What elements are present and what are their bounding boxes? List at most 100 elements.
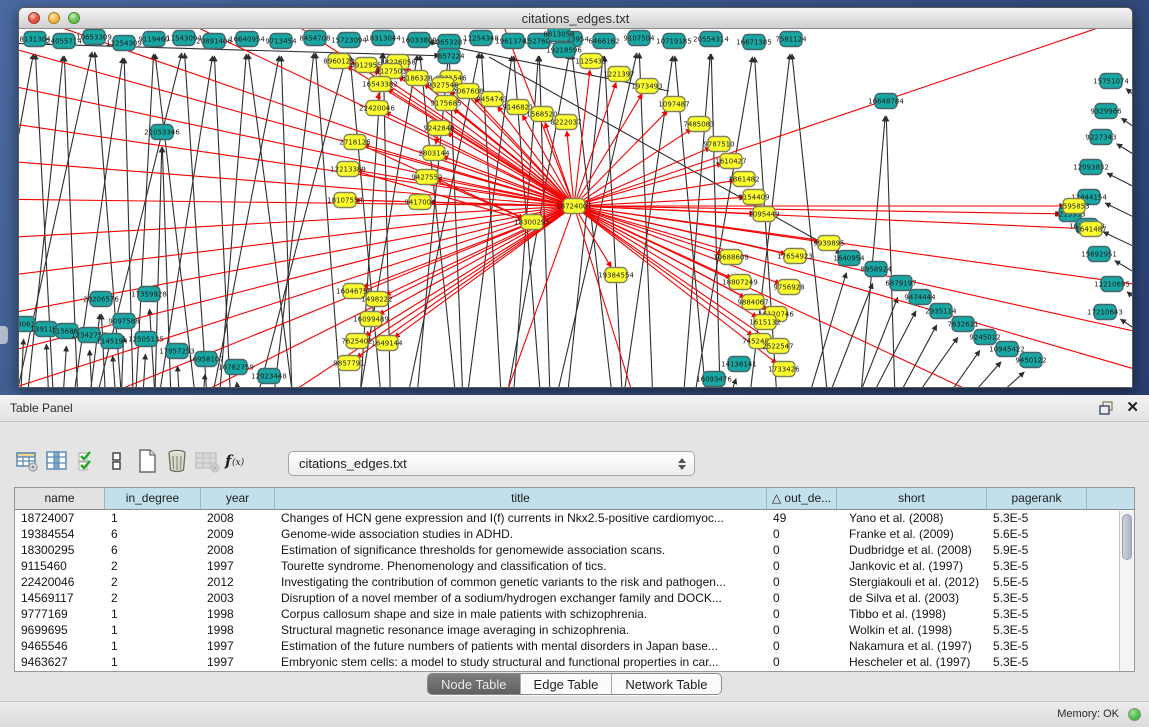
cell-title[interactable]: Tourette syndrome. Phenomenology and cla… [275,558,767,574]
cell-year[interactable]: 2009 [201,526,275,542]
cell-in_degree[interactable]: 1 [105,510,201,526]
cell-title[interactable]: Estimation of significance thresholds fo… [275,542,767,558]
cell-short[interactable]: Jankovic et al. (1997) [837,558,987,574]
cell-pagerank[interactable]: 5.3E-5 [987,622,1087,638]
close-panel-icon[interactable]: ✕ [1126,400,1139,416]
cell-out_degree[interactable]: 0 [767,542,837,558]
cell-short[interactable]: Nakamura et al. (1997) [837,638,987,654]
cell-pagerank[interactable]: 5.3E-5 [987,510,1087,526]
cell-title[interactable]: Embryonic stem cells: a model to study s… [275,654,767,670]
cell-out_degree[interactable]: 0 [767,654,837,670]
cell-year[interactable]: 1997 [201,638,275,654]
table-row[interactable]: 946362711997Embryonic stem cells: a mode… [15,654,1134,670]
cell-short[interactable]: Yano et al. (2008) [837,510,987,526]
cell-title[interactable]: Disruption of a novel member of a sodium… [275,590,767,606]
function-builder-icon[interactable]: f (x) [222,446,252,476]
table-options-icon[interactable] [12,446,42,476]
column-header-out_degree[interactable]: △ out_de... [767,488,837,509]
column-header-short[interactable]: short [837,488,987,509]
cell-pagerank[interactable]: 5.3E-5 [987,638,1087,654]
cell-out_degree[interactable]: 0 [767,606,837,622]
cell-name[interactable]: 14569117 [15,590,105,606]
new-table-icon[interactable] [132,446,162,476]
cell-name[interactable]: 19384554 [15,526,105,542]
table-row[interactable]: 1938455462009Genome-wide association stu… [15,526,1134,542]
table-row[interactable]: 946554611997Estimation of the future num… [15,638,1134,654]
select-all-columns-icon[interactable] [72,446,102,476]
cell-in_degree[interactable]: 2 [105,590,201,606]
cell-name[interactable]: 9463627 [15,654,105,670]
cell-out_degree[interactable]: 49 [767,510,837,526]
cell-out_degree[interactable]: 0 [767,638,837,654]
cell-name[interactable]: 9777169 [15,606,105,622]
cell-year[interactable]: 1997 [201,558,275,574]
column-select-icon[interactable] [42,446,72,476]
cell-year[interactable]: 1998 [201,622,275,638]
table-row[interactable]: 911546021997Tourette syndrome. Phenomeno… [15,558,1134,574]
cell-pagerank[interactable]: 5.3E-5 [987,590,1087,606]
cell-title[interactable]: Estimation of the future numbers of pati… [275,638,767,654]
row-height-icon[interactable] [102,446,132,476]
cell-in_degree[interactable]: 1 [105,654,201,670]
cell-name[interactable]: 9115460 [15,558,105,574]
tab-node-table[interactable]: Node Table [428,674,521,694]
minimize-window-button[interactable] [48,12,60,24]
cell-out_degree[interactable]: 0 [767,574,837,590]
table-selector-dropdown[interactable]: citations_edges.txt [288,451,695,476]
tab-edge-table[interactable]: Edge Table [521,674,613,694]
cell-out_degree[interactable]: 0 [767,590,837,606]
cell-pagerank[interactable]: 5.3E-5 [987,558,1087,574]
cell-short[interactable]: Tibbo et al. (1998) [837,606,987,622]
cell-title[interactable]: Investigating the contribution of common… [275,574,767,590]
cell-in_degree[interactable]: 1 [105,606,201,622]
float-panel-icon[interactable] [1099,401,1114,415]
cell-short[interactable]: Stergiakouli et al. (2012) [837,574,987,590]
cell-name[interactable]: 9699695 [15,622,105,638]
table-row[interactable]: 1872400712008Changes of HCN gene express… [15,510,1134,526]
column-header-title[interactable]: title [275,488,767,509]
network-window-titlebar[interactable]: citations_edges.txt [19,8,1132,29]
column-header-year[interactable]: year [201,488,275,509]
cell-title[interactable]: Structural magnetic resonance image aver… [275,622,767,638]
cell-name[interactable]: 9465546 [15,638,105,654]
cell-in_degree[interactable]: 1 [105,638,201,654]
cell-pagerank[interactable]: 5.3E-5 [987,654,1087,670]
cell-year[interactable]: 2012 [201,574,275,590]
cell-short[interactable]: Dudbridge et al. (2008) [837,542,987,558]
network-view-window[interactable]: citations_edges.txt 81313042405571410653… [18,7,1133,388]
table-row[interactable]: 969969511998Structural magnetic resonanc… [15,622,1134,638]
cell-in_degree[interactable]: 6 [105,542,201,558]
zoom-window-button[interactable] [68,12,80,24]
cell-name[interactable]: 18724007 [15,510,105,526]
column-header-in_degree[interactable]: in_degree [105,488,201,509]
cell-year[interactable]: 2008 [201,542,275,558]
table-row[interactable]: 1830029562008Estimation of significance … [15,542,1134,558]
cell-year[interactable]: 1997 [201,654,275,670]
cell-short[interactable]: Franke et al. (2009) [837,526,987,542]
cell-year[interactable]: 2003 [201,590,275,606]
cell-short[interactable]: Hescheler et al. (1997) [837,654,987,670]
cell-out_degree[interactable]: 0 [767,622,837,638]
cell-out_degree[interactable]: 0 [767,558,837,574]
scrollbar-thumb[interactable] [1122,514,1132,560]
cell-pagerank[interactable]: 5.3E-5 [987,606,1087,622]
cell-in_degree[interactable]: 2 [105,574,201,590]
column-header-name[interactable]: name [15,488,105,509]
cell-name[interactable]: 18300295 [15,542,105,558]
cell-year[interactable]: 1998 [201,606,275,622]
cell-short[interactable]: Wolkin et al. (1998) [837,622,987,638]
cell-title[interactable]: Genome-wide association studies in ADHD. [275,526,767,542]
tab-network-table[interactable]: Network Table [612,674,720,694]
cell-in_degree[interactable]: 6 [105,526,201,542]
column-header-pagerank[interactable]: pagerank [987,488,1087,509]
table-row[interactable]: 1456911722003Disruption of a novel membe… [15,590,1134,606]
cell-short[interactable]: de Silva et al. (2003) [837,590,987,606]
cell-pagerank[interactable]: 5.6E-5 [987,526,1087,542]
network-canvas[interactable]: 8131304240557141065330912254309911946011… [19,29,1132,387]
cell-title[interactable]: Corpus callosum shape and size in male p… [275,606,767,622]
cell-in_degree[interactable]: 1 [105,622,201,638]
table-row[interactable]: 977716911998Corpus callosum shape and si… [15,606,1134,622]
cell-pagerank[interactable]: 5.5E-5 [987,574,1087,590]
cell-in_degree[interactable]: 2 [105,558,201,574]
cell-pagerank[interactable]: 5.9E-5 [987,542,1087,558]
